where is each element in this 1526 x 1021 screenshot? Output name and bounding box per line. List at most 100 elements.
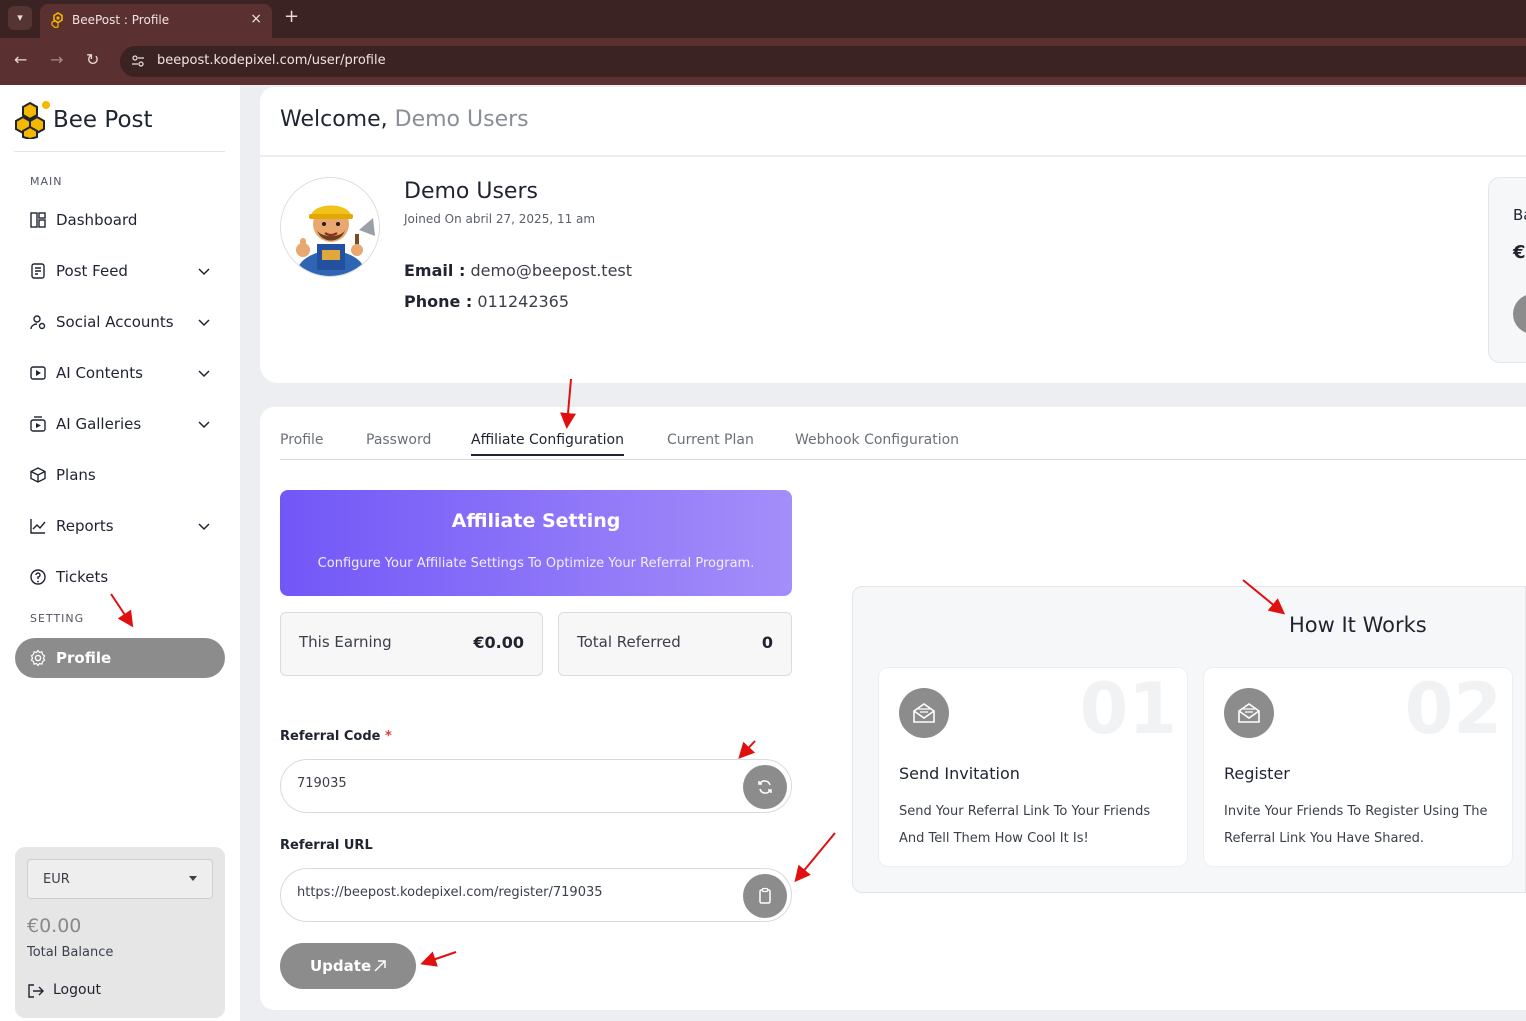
profile-tabs: Profile Password Affiliate Configuration… [280,427,1526,460]
copy-url-button[interactable] [743,874,787,918]
main-section-label: MAIN [30,175,63,188]
total-referred-box: Total Referred 0 [558,612,792,676]
sidebar-item-dashboard[interactable]: Dashboard [15,200,225,240]
browser-tab[interactable]: BeePost : Profile × [40,4,272,38]
profile-joined-date: Joined On abril 27, 2025, 11 am [404,212,596,226]
step-description: Invite Your Friends To Register Using Th… [1224,804,1488,846]
new-tab-icon[interactable]: + [284,6,299,27]
builder-avatar-icon [281,178,379,276]
brand-name: Bee Post [53,107,153,133]
settings-content-card: Profile Password Affiliate Configuration… [260,407,1526,1010]
total-balance-amount: €0.00 [27,915,82,937]
browser-tab-title: BeePost : Profile [72,13,170,27]
balance-side-card: Ba € [1488,177,1526,363]
side-action-button[interactable] [1513,294,1526,334]
currency-value: EUR [43,872,70,887]
page-title: Welcome, Demo Users [280,107,529,132]
sidebar: Bee Post MAIN Dashboard Post Feed Social… [0,85,240,1021]
step-title: Register [1224,764,1290,783]
referral-code-label: Referral Code * [280,729,392,744]
tab-password[interactable]: Password [366,432,431,448]
brand-divider [14,151,225,152]
envelope-icon [899,688,949,738]
email-value: demo@beepost.test [470,261,633,280]
forward-arrow-icon[interactable]: → [50,50,63,69]
reports-icon [30,519,46,534]
affiliate-setting-banner: Affiliate Setting Configure Your Affilia… [280,490,792,596]
regenerate-code-button[interactable] [743,765,787,809]
tab-list-button[interactable]: ▾ [8,6,32,30]
ai-galleries-icon [30,416,46,432]
update-button[interactable]: Update [280,943,416,989]
sidebar-item-label: Profile [56,649,112,667]
side-balance-label: Ba [1513,206,1526,224]
referral-url-label: Referral URL [280,838,373,853]
site-info-icon[interactable] [130,53,146,69]
sidebar-item-plans[interactable]: Plans [15,455,225,495]
tab-profile[interactable]: Profile [280,432,324,448]
side-balance-value: € [1513,242,1526,263]
url-text: beepost.kodepixel.com/user/profile [157,53,386,68]
post-feed-icon [31,263,45,279]
total-referred-value: 0 [761,633,773,652]
profile-email: Email : demo@beepost.test [404,261,632,280]
step-number: 02 [1404,668,1502,750]
tickets-icon [30,569,46,585]
logout-label: Logout [53,982,101,998]
sidebar-item-label: Reports [56,517,114,535]
sidebar-item-label: AI Galleries [56,415,142,433]
chevron-down-icon[interactable] [197,519,211,533]
referral-url-input[interactable] [297,885,727,900]
back-arrow-icon[interactable]: ← [14,50,27,69]
bee-logo-icon [15,101,50,139]
sidebar-item-profile[interactable]: Profile [15,638,225,678]
required-marker: * [385,729,392,744]
this-earning-box: This Earning €0.00 [280,612,543,676]
browser-tab-bar: ▾ BeePost : Profile × + [0,0,1526,38]
sidebar-item-label: Tickets [56,568,109,586]
dashboard-icon [30,212,46,228]
sidebar-item-reports[interactable]: Reports [15,506,225,546]
ai-contents-icon [30,366,46,380]
tab-webhook-configuration[interactable]: Webhook Configuration [795,432,959,448]
phone-value: 011242365 [477,292,570,311]
tab-current-plan[interactable]: Current Plan [667,432,754,448]
referral-code-input[interactable] [297,776,727,791]
arrow-up-right-icon [374,960,386,972]
step-description: Send Your Referral Link To Your Friends … [899,804,1151,846]
profile-name: Demo Users [404,179,538,204]
sidebar-item-ai-galleries[interactable]: AI Galleries [15,404,225,444]
sidebar-item-label: Dashboard [56,211,138,229]
gear-icon [30,649,46,667]
affiliate-setting-title: Affiliate Setting [451,510,621,532]
balance-card: EUR €0.00 Total Balance Logout [15,847,225,1018]
sidebar-item-post-feed[interactable]: Post Feed [15,251,225,291]
sidebar-item-tickets[interactable]: Tickets [15,557,225,597]
step-title: Send Invitation [899,764,1020,783]
bee-favicon-icon [51,12,63,28]
sidebar-item-ai-contents[interactable]: AI Contents [15,353,225,393]
chevron-down-icon[interactable] [197,315,211,329]
sidebar-item-label: Social Accounts [56,313,174,331]
how-it-works-panel: How It Works 01 Send Invitation Send You… [852,586,1526,893]
chevron-down-icon[interactable] [197,264,211,278]
tab-affiliate-configuration[interactable]: Affiliate Configuration [471,432,624,456]
address-bar[interactable]: beepost.kodepixel.com/user/profile [120,46,1526,77]
reload-icon[interactable]: ↻ [86,50,99,69]
sidebar-item-social-accounts[interactable]: Social Accounts [15,302,225,342]
caret-down-icon [189,876,197,881]
profile-phone: Phone : 011242365 [404,292,569,311]
this-earning-label: This Earning [299,633,392,651]
referral-code-label-text: Referral Code [280,729,381,744]
chevron-down-icon[interactable] [197,417,211,431]
currency-select[interactable]: EUR [27,859,213,899]
chevron-down-icon[interactable] [197,366,211,380]
close-tab-icon[interactable]: × [250,11,262,27]
how-it-works-title: How It Works [1289,613,1427,637]
clipboard-icon [759,887,771,904]
welcome-prefix: Welcome, [280,107,388,132]
sidebar-item-label: AI Contents [56,364,143,382]
browser-nav-bar: ← → ↻ beepost.kodepixel.com/user/profile [0,38,1526,85]
envelope-icon [1224,688,1274,738]
welcome-header: Welcome, Demo Users [260,87,1526,155]
